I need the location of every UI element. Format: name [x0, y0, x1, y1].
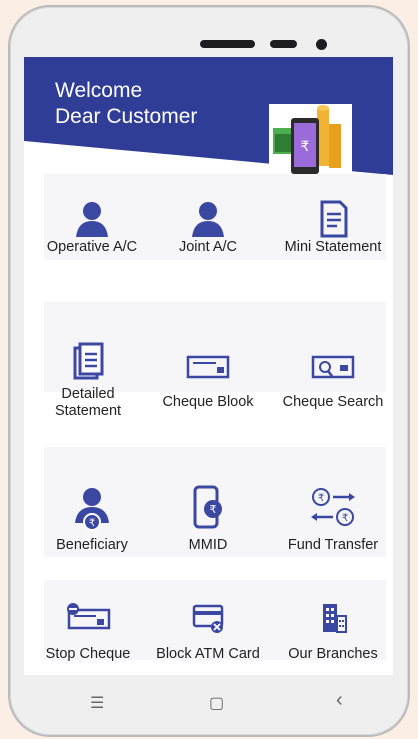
mmid-button[interactable]: ₹ MMID: [148, 485, 268, 554]
svg-text:₹: ₹: [301, 139, 310, 155]
detailed-statement-line1: Detailed: [61, 386, 115, 402]
user-icon: [192, 202, 224, 237]
fund-transfer-button[interactable]: ₹ ₹ Fund Transfer: [273, 485, 393, 554]
welcome-line2: Dear Customer: [55, 105, 198, 128]
header-banner: Welcome Dear Customer ₹: [24, 57, 393, 180]
block-atm-card-button[interactable]: Block ATM Card: [148, 602, 268, 663]
welcome-text: Welcome Dear Customer: [55, 78, 197, 130]
cheque-search-button[interactable]: Cheque Search: [273, 352, 393, 411]
mobile-rupee-icon: ₹: [193, 485, 222, 529]
speaker: [200, 40, 255, 48]
documents-icon: [73, 342, 104, 380]
cheque-search-label: Cheque Search: [282, 394, 384, 410]
block-atm-card-label: Block ATM Card: [156, 646, 260, 662]
android-nav-bar: ☰ ▢ ‹: [24, 675, 393, 730]
phone-money-icon: ₹: [269, 104, 352, 180]
svg-text:₹: ₹: [89, 518, 95, 529]
cheque-search-icon: [311, 355, 355, 379]
cheque-book-button[interactable]: Cheque Blook: [148, 352, 268, 411]
mmid-label: MMID: [188, 537, 228, 553]
camera: [316, 39, 327, 50]
detailed-statement-line2: Statement: [54, 403, 122, 419]
stop-cheque-button[interactable]: Stop Cheque: [28, 602, 148, 663]
mini-statement-button[interactable]: Mini Statement: [273, 199, 393, 256]
welcome-line1: Welcome: [55, 79, 143, 102]
joint-ac-label: Joint A/C: [178, 239, 238, 255]
user-icon: [76, 202, 108, 237]
fund-transfer-icon: ₹ ₹: [311, 488, 355, 526]
beneficiary-button[interactable]: ₹ Beneficiary: [32, 485, 152, 554]
our-branches-button[interactable]: Our Branches: [273, 602, 393, 663]
our-branches-label: Our Branches: [288, 646, 378, 662]
beneficiary-icon: ₹: [75, 488, 109, 531]
stop-cheque-icon: [67, 603, 111, 630]
sensor: [270, 40, 297, 48]
operative-ac-label: Operative A/C: [46, 239, 138, 255]
fund-transfer-label: Fund Transfer: [287, 537, 379, 553]
menu-icon[interactable]: ☰: [90, 693, 104, 713]
app-screen: Welcome Dear Customer ₹ Operative A/C Jo…: [24, 57, 393, 675]
joint-ac-button[interactable]: Joint A/C: [148, 199, 268, 256]
svg-text:₹: ₹: [342, 513, 348, 524]
document-icon: [320, 200, 348, 238]
svg-text:₹: ₹: [210, 503, 217, 516]
operative-ac-button[interactable]: Operative A/C: [32, 199, 152, 256]
svg-text:₹: ₹: [318, 493, 324, 504]
stop-cheque-label: Stop Cheque: [45, 646, 131, 662]
cheque-icon: [186, 355, 230, 379]
cheque-book-label: Cheque Blook: [162, 394, 254, 410]
mini-statement-label: Mini Statement: [284, 239, 382, 255]
back-icon[interactable]: ‹: [336, 689, 343, 712]
block-card-icon: [192, 604, 224, 633]
detailed-statement-button[interactable]: Detailed Statement: [28, 342, 148, 420]
home-button-icon[interactable]: ▢: [209, 693, 224, 713]
building-icon: [323, 604, 347, 633]
beneficiary-label: Beneficiary: [56, 537, 128, 553]
